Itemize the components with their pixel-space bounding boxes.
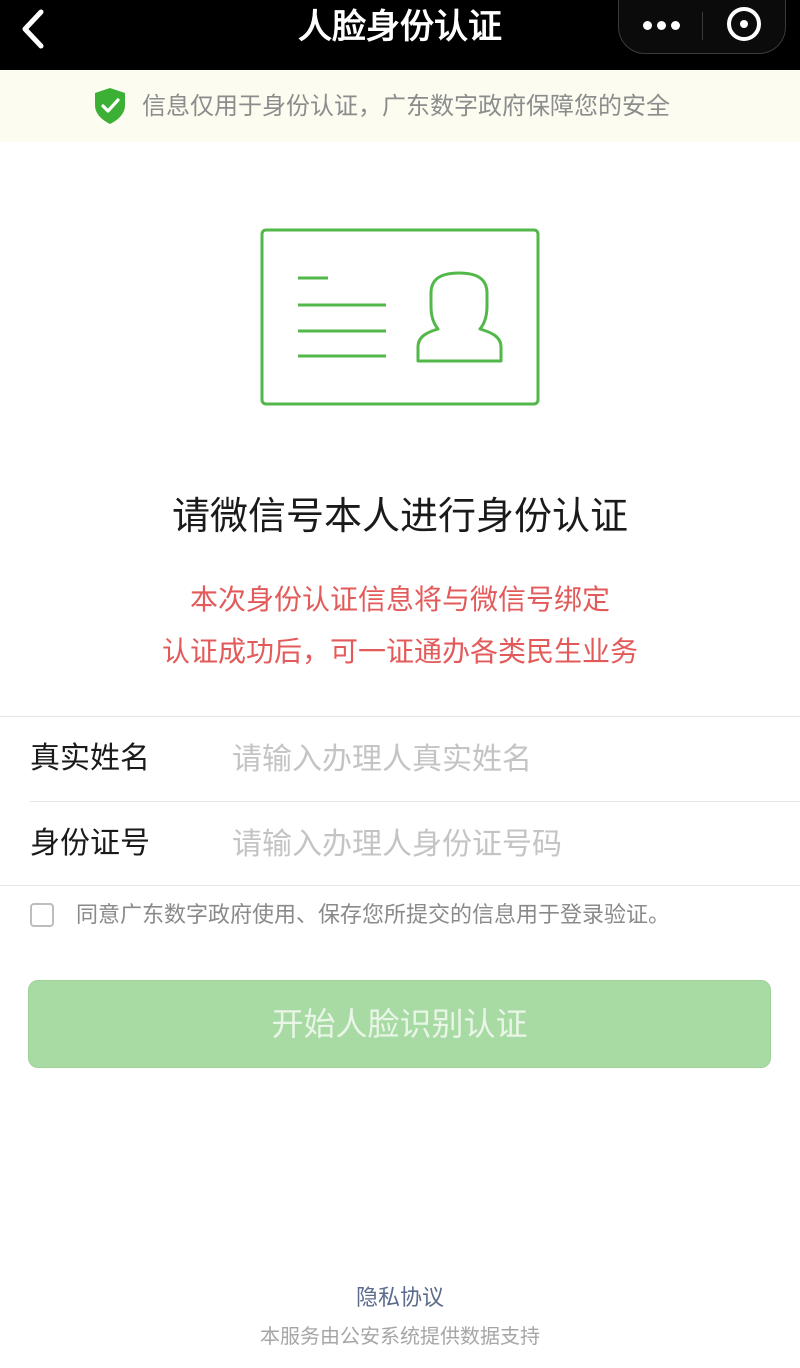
name-label: 真实姓名: [30, 741, 150, 776]
security-notice: 信息仅用于身份认证，广东数字政府保障您的安全: [0, 70, 800, 142]
id-number-input[interactable]: [232, 816, 772, 872]
target-center-dot: [740, 20, 748, 28]
more-dot: [671, 21, 680, 30]
id-card-icon: [260, 228, 540, 406]
form-divider-bottom: [0, 885, 800, 886]
chevron-left-icon: [22, 9, 44, 49]
close-mini-program-button[interactable]: [703, 0, 786, 54]
data-source-note: 本服务由公安系统提供数据支持: [260, 1324, 540, 1348]
binding-notice-line-1: 本次身份认证信息将与微信号绑定: [189, 583, 610, 616]
nav-bar: 人脸身份认证: [0, 0, 800, 70]
more-dot: [643, 21, 652, 30]
id-number-row: 身份证号: [0, 802, 800, 886]
security-notice-text: 信息仅用于身份认证，广东数字政府保障您的安全: [142, 92, 670, 120]
agreement-text[interactable]: 同意广东数字政府使用、保存您所提交的信息用于登录验证。: [76, 896, 670, 936]
privacy-policy-row: 隐私协议: [0, 1282, 800, 1316]
more-button[interactable]: [619, 0, 702, 54]
agreement-checkbox[interactable]: [30, 903, 54, 927]
privacy-policy-link[interactable]: 隐私协议: [356, 1286, 444, 1311]
more-dot: [657, 21, 666, 30]
name-input[interactable]: [232, 731, 772, 787]
target-circle-icon: [727, 7, 761, 41]
mini-program-capsule: [618, 0, 786, 54]
id-number-label: 身份证号: [30, 826, 150, 861]
start-face-recognition-button[interactable]: 开始人脸识别认证: [28, 980, 771, 1068]
name-row: 真实姓名: [0, 717, 800, 801]
back-button[interactable]: [14, 9, 54, 49]
main-heading: 请微信号本人进行身份认证: [171, 494, 628, 538]
binding-notice-line-2: 认证成功后，可一证通办各类民生业务: [161, 635, 638, 668]
shield-check-icon: [95, 88, 125, 124]
